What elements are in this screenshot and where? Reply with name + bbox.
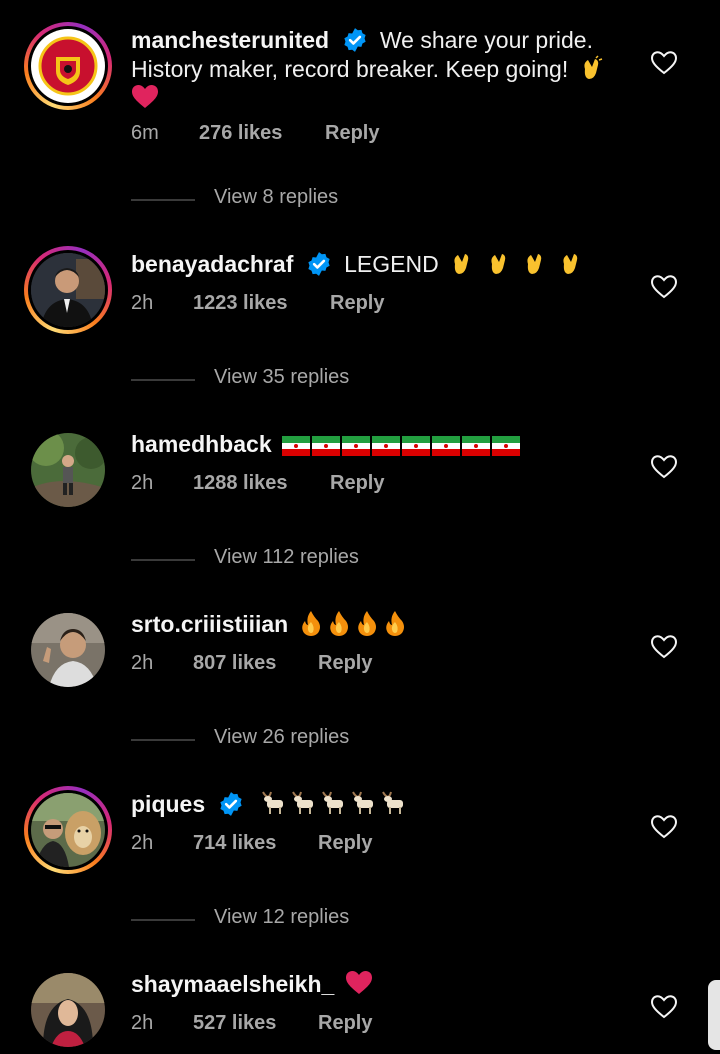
goat-icon (322, 791, 343, 814)
person-outdoors-photo-icon (31, 433, 105, 507)
avatar[interactable] (24, 22, 112, 110)
avatar[interactable] (24, 966, 112, 1054)
iran-flag-icon (402, 436, 430, 456)
iran-flag-icon (372, 436, 400, 456)
verified-badge-icon (219, 792, 242, 816)
iran-flag-icon (462, 436, 490, 456)
reply-button[interactable]: Reply (318, 652, 372, 675)
like-heart-icon[interactable] (650, 454, 678, 480)
emoji-group (445, 251, 584, 277)
clapping-hands-icon (490, 254, 505, 274)
verified-badge-icon (343, 28, 366, 52)
goat-icon (382, 791, 403, 814)
clapping-hands-icon (563, 254, 578, 274)
like-heart-icon[interactable] (650, 814, 678, 840)
man-with-lion-photo-icon (31, 793, 105, 867)
fire-icon (385, 611, 404, 636)
emoji-group (295, 611, 407, 637)
goat-icon (262, 791, 283, 814)
emoji-group (256, 791, 406, 817)
goat-icon (292, 791, 313, 814)
like-heart-icon[interactable] (650, 50, 678, 76)
red-heart-icon (345, 971, 372, 994)
comment-time: 2h (131, 472, 154, 494)
woman-in-hijab-photo-icon (31, 973, 105, 1047)
comment-time: 2h (131, 832, 154, 854)
young-man-photo-icon (31, 613, 105, 687)
clapping-hands-icon (584, 55, 602, 79)
username[interactable]: piques (131, 791, 205, 817)
comment-time: 6m (131, 122, 159, 144)
username[interactable]: srto.criiistiiian (131, 611, 288, 637)
likes-count[interactable]: 1288 likes (193, 472, 288, 495)
red-heart-icon (132, 85, 158, 108)
iran-flag-icon (492, 436, 520, 456)
username[interactable]: benayadachraf (131, 251, 293, 277)
divider (131, 199, 195, 201)
username[interactable]: hamedhback (131, 431, 272, 457)
iran-flag-icon (312, 436, 340, 456)
like-heart-icon[interactable] (650, 274, 678, 300)
divider (131, 919, 195, 921)
clapping-hands-icon (454, 254, 469, 274)
fire-icon (301, 611, 320, 636)
comment-time: 2h (131, 292, 154, 314)
fire-icon (357, 611, 376, 636)
verified-badge-icon (308, 252, 330, 276)
comment-text: We share your pride. (379, 27, 593, 53)
man-in-suit-photo-icon (31, 253, 105, 327)
username[interactable]: shaymaaelsheikh_ (131, 971, 334, 997)
scroll-indicator[interactable] (708, 980, 720, 1050)
avatar[interactable] (24, 606, 112, 694)
username[interactable]: manchesterunited (131, 27, 329, 53)
iran-flag-icon (282, 436, 310, 456)
reply-button[interactable]: Reply (330, 472, 384, 495)
manchester-united-crest-icon (31, 29, 105, 103)
likes-count[interactable]: 1223 likes (193, 292, 288, 315)
comment-time: 2h (131, 652, 154, 674)
avatar[interactable] (24, 246, 112, 334)
clapping-hands-icon (527, 254, 542, 274)
likes-count[interactable]: 276 likes (199, 122, 282, 145)
divider (131, 739, 195, 741)
reply-button[interactable]: Reply (318, 832, 372, 855)
goat-icon (352, 791, 373, 814)
like-heart-icon[interactable] (650, 634, 678, 660)
likes-count[interactable]: 807 likes (193, 652, 276, 675)
comment-text: LEGEND (344, 251, 439, 277)
reply-button[interactable]: Reply (318, 1012, 372, 1035)
likes-count[interactable]: 714 likes (193, 832, 276, 855)
comment-text: History maker, record breaker. Keep goin… (131, 56, 569, 82)
iran-flag-icon (432, 436, 460, 456)
divider (131, 379, 195, 381)
likes-count[interactable]: 527 likes (193, 1012, 276, 1035)
comment-time: 2h (131, 1012, 154, 1034)
reply-button[interactable]: Reply (330, 292, 384, 315)
reply-button[interactable]: Reply (325, 122, 379, 145)
avatar[interactable] (24, 786, 112, 874)
divider (131, 559, 195, 561)
avatar[interactable] (24, 426, 112, 514)
like-heart-icon[interactable] (650, 994, 678, 1020)
emoji-group (272, 431, 520, 457)
iran-flag-icon (342, 436, 370, 456)
fire-icon (329, 611, 348, 636)
